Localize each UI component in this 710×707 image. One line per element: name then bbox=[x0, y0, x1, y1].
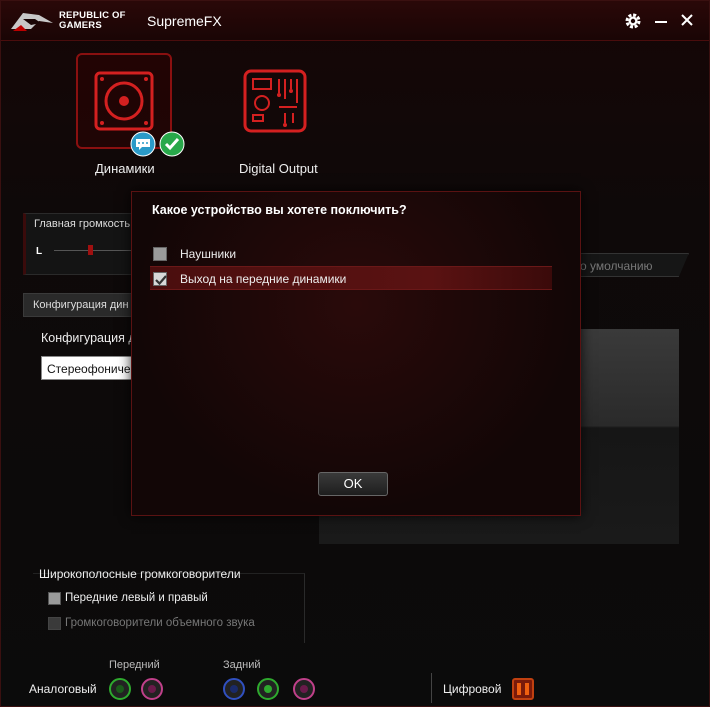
dialog-title: Какое устройство вы хотете поключить? bbox=[152, 203, 407, 217]
rear-jack-blue[interactable] bbox=[223, 678, 245, 700]
wideband-option-surround: Громкоговорители объемного звука bbox=[47, 615, 297, 633]
supremefx-window: REPUBLIC OF GAMERS SupremeFX Динамики Di… bbox=[0, 0, 710, 707]
rog-logo-icon bbox=[11, 13, 53, 31]
device-digital-output-label: Digital Output bbox=[239, 161, 318, 176]
checkmark-icon bbox=[155, 275, 167, 286]
digital-label: Цифровой bbox=[443, 682, 502, 696]
wideband-option-front[interactable]: Передние левый и правый bbox=[47, 590, 297, 608]
volume-slider-track[interactable] bbox=[54, 250, 134, 251]
jack-core bbox=[148, 685, 156, 693]
surround-label: Громкоговорители объемного звука bbox=[65, 617, 255, 629]
circuit-board-icon bbox=[243, 69, 307, 133]
title-bar[interactable]: REPUBLIC OF GAMERS SupremeFX bbox=[1, 1, 709, 41]
volume-channel-left-label: L bbox=[36, 246, 43, 257]
ok-button[interactable]: OK bbox=[318, 472, 388, 496]
dialog-option-headphones[interactable]: Наушники bbox=[150, 242, 552, 266]
config-select[interactable]: Стереофоничес bbox=[41, 356, 141, 380]
brand-text: REPUBLIC OF GAMERS bbox=[59, 11, 126, 31]
speaker-icon bbox=[94, 71, 154, 131]
jack-core bbox=[300, 685, 308, 693]
digital-jack[interactable] bbox=[512, 678, 534, 700]
front-jack-pink[interactable] bbox=[141, 678, 163, 700]
bottom-divider bbox=[431, 673, 432, 703]
config-label: Конфигурация д bbox=[41, 331, 136, 345]
device-speakers-label: Динамики bbox=[95, 161, 155, 176]
front-lr-checkbox[interactable] bbox=[48, 592, 61, 605]
app-title: SupremeFX bbox=[147, 13, 222, 29]
headphones-label: Наушники bbox=[180, 247, 237, 261]
wideband-title: Широкополосные громкоговорители bbox=[39, 567, 241, 581]
rear-jack-green[interactable] bbox=[257, 678, 279, 700]
wideband-speakers-panel: Широкополосные громкоговорители Передние… bbox=[33, 567, 305, 643]
jack-core bbox=[264, 685, 272, 693]
tab-speaker-config[interactable]: Конфигурация дин bbox=[23, 293, 135, 317]
chat-bubble-icon bbox=[130, 131, 156, 157]
main-volume-title: Главная громкость bbox=[34, 218, 131, 230]
minimize-icon[interactable] bbox=[653, 13, 669, 29]
front-lr-label: Передние левый и правый bbox=[65, 592, 208, 604]
jack-core bbox=[116, 685, 124, 693]
front-jacks-label: Передний bbox=[109, 659, 160, 671]
dialog-option-front-speakers[interactable]: Выход на передние динамики bbox=[150, 266, 552, 290]
rear-jack-pink[interactable] bbox=[293, 678, 315, 700]
headphones-checkbox[interactable] bbox=[153, 247, 167, 261]
digital-jack-slot bbox=[525, 683, 529, 695]
close-icon[interactable] bbox=[679, 12, 695, 28]
device-speakers-tile[interactable] bbox=[76, 53, 185, 157]
surround-checkbox bbox=[48, 617, 61, 630]
gear-icon[interactable] bbox=[623, 11, 643, 31]
brand-line-2: GAMERS bbox=[59, 20, 102, 31]
device-digital-output-tile[interactable] bbox=[241, 67, 311, 137]
digital-jack-slot bbox=[517, 683, 521, 695]
check-badge-icon bbox=[159, 131, 185, 157]
front-speakers-label: Выход на передние динамики bbox=[180, 272, 347, 286]
volume-slider-thumb[interactable] bbox=[88, 245, 93, 255]
front-speakers-checkbox[interactable] bbox=[153, 272, 167, 286]
device-connect-dialog: Какое устройство вы хотете поключить? На… bbox=[131, 191, 581, 516]
rear-jacks-label: Задний bbox=[223, 659, 261, 671]
jack-core bbox=[230, 685, 238, 693]
main-volume-panel: Главная громкость L bbox=[23, 213, 138, 275]
analog-label: Аналоговый bbox=[29, 682, 97, 696]
front-jack-green[interactable] bbox=[109, 678, 131, 700]
